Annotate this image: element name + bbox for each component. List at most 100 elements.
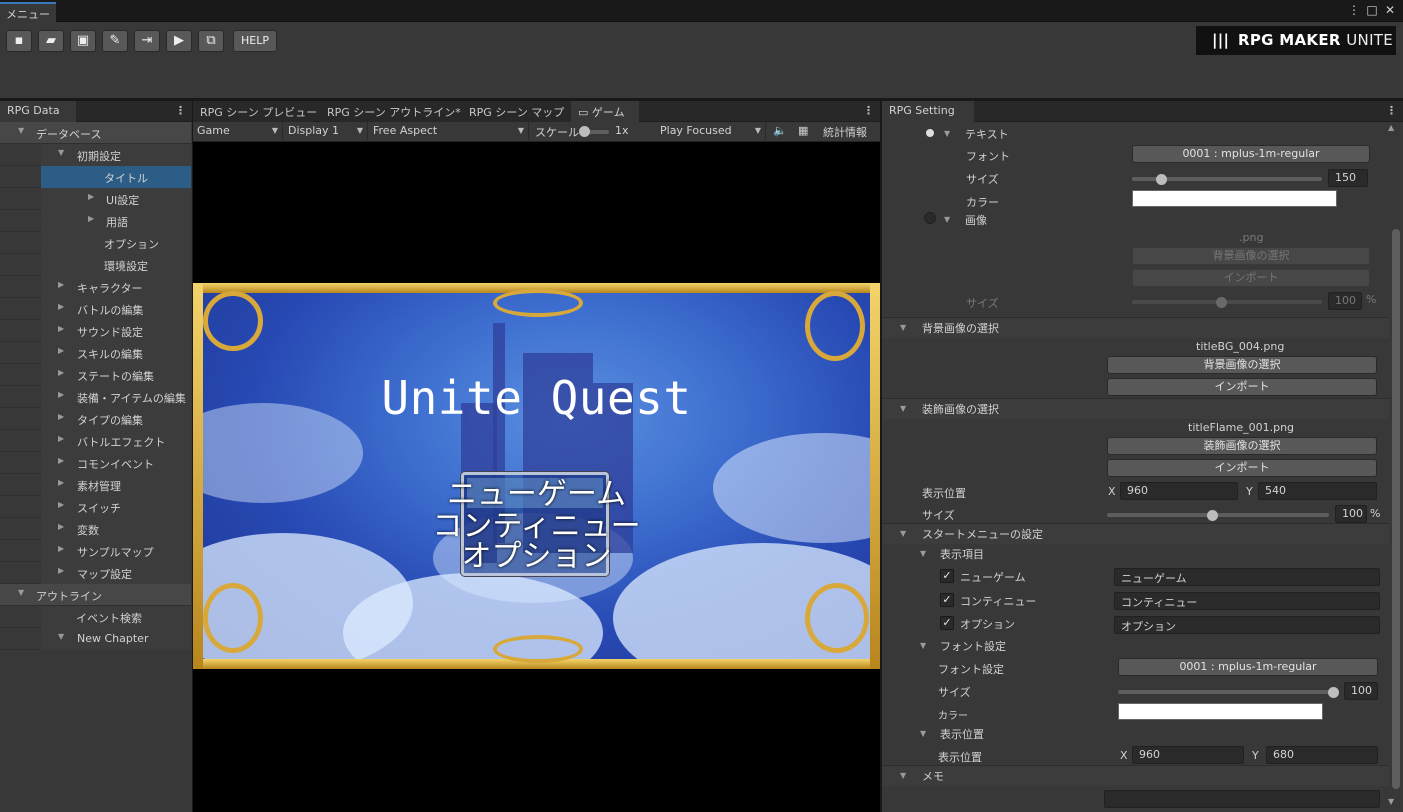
- deco-x-input[interactable]: 960: [1120, 482, 1238, 500]
- menu-font-select-button[interactable]: 0001 : mplus-1m-regular: [1118, 658, 1378, 676]
- tree-item[interactable]: ▼ アウトライン: [0, 584, 191, 606]
- menu-tab[interactable]: メニュー: [0, 2, 56, 22]
- save-button[interactable]: ▣: [70, 30, 96, 52]
- item-checkbox-option[interactable]: ✓: [940, 616, 954, 630]
- menu-size-slider-knob[interactable]: [1328, 687, 1339, 698]
- collapsed-arrow-icon[interactable]: ▶: [58, 478, 64, 487]
- tree-item[interactable]: ▶ 素材管理: [0, 474, 191, 496]
- deco-size-slider[interactable]: [1107, 513, 1329, 517]
- deco-y-input[interactable]: 540: [1258, 482, 1377, 500]
- menu-size-input[interactable]: 100: [1344, 682, 1378, 700]
- text-size-slider-knob[interactable]: [1156, 174, 1167, 185]
- tab-rpg-data[interactable]: RPG Data: [0, 101, 76, 122]
- right-panel-menu-icon[interactable]: ⋮: [1386, 104, 1397, 117]
- image-select-button[interactable]: 背景画像の選択: [1132, 247, 1370, 265]
- bg-import-button[interactable]: インポート: [1107, 378, 1377, 396]
- tree-item[interactable]: ▶ タイプの編集: [0, 408, 191, 430]
- tree-item[interactable]: 環境設定: [0, 254, 191, 276]
- expand-arrow-icon[interactable]: ▼: [900, 404, 906, 413]
- image-size-slider[interactable]: [1132, 300, 1322, 304]
- tree-item[interactable]: イベント検索: [0, 606, 191, 628]
- text-size-input[interactable]: 150: [1328, 169, 1368, 187]
- tree-item[interactable]: ▼ データベース: [0, 122, 191, 144]
- tab-game[interactable]: ▭ ゲーム: [571, 101, 639, 122]
- collapsed-arrow-icon[interactable]: ▶: [58, 522, 64, 531]
- tree-item[interactable]: ▶ 用語: [0, 210, 191, 232]
- collapsed-arrow-icon[interactable]: ▶: [88, 192, 94, 201]
- center-panel-menu-icon[interactable]: ⋮: [863, 104, 874, 117]
- scroll-up-icon[interactable]: ▲: [1388, 123, 1394, 132]
- help-button[interactable]: HELP: [233, 30, 277, 52]
- item-input-option[interactable]: オプション: [1114, 616, 1380, 634]
- addon-button[interactable]: ⧉: [198, 30, 224, 52]
- deco-size-slider-knob[interactable]: [1207, 510, 1218, 521]
- collapsed-arrow-icon[interactable]: ▶: [58, 368, 64, 377]
- expand-arrow-icon[interactable]: ▼: [900, 323, 906, 332]
- menu-size-slider[interactable]: [1118, 690, 1334, 694]
- play-mode-dropdown[interactable]: Play Focused ▼: [656, 122, 766, 142]
- radio-selected-icon[interactable]: [926, 129, 934, 137]
- collapsed-arrow-icon[interactable]: ▶: [58, 434, 64, 443]
- item-checkbox-new-game[interactable]: ✓: [940, 569, 954, 583]
- collapsed-arrow-icon[interactable]: ▶: [58, 324, 64, 333]
- expanded-arrow-icon[interactable]: ▼: [58, 148, 64, 157]
- tree-item[interactable]: ▶ UI設定: [0, 188, 191, 210]
- image-size-slider-knob[interactable]: [1216, 297, 1227, 308]
- image-import-button[interactable]: インポート: [1132, 269, 1370, 287]
- memo-section-header[interactable]: [882, 765, 1389, 786]
- tree-item[interactable]: ▶ マップ設定: [0, 562, 191, 584]
- tree-item[interactable]: ▶ 装備・アイテムの編集: [0, 386, 191, 408]
- settings-scrollbar[interactable]: [1392, 229, 1400, 789]
- expand-arrow-icon[interactable]: ▼: [920, 641, 926, 650]
- collapsed-arrow-icon[interactable]: ▶: [58, 566, 64, 575]
- tree-item[interactable]: ▼ 初期設定: [0, 144, 191, 166]
- expand-arrow-icon[interactable]: ▼: [944, 215, 950, 224]
- collapsed-arrow-icon[interactable]: ▶: [58, 412, 64, 421]
- tree-item[interactable]: ▼ New Chapter: [0, 628, 191, 650]
- new-project-button[interactable]: ▪: [6, 30, 32, 52]
- memo-input[interactable]: [1104, 790, 1380, 808]
- collapsed-arrow-icon[interactable]: ▶: [58, 544, 64, 553]
- scale-slider-knob[interactable]: [579, 126, 590, 137]
- tree-item[interactable]: ▶ キャラクター: [0, 276, 191, 298]
- game-menu-new-game[interactable]: ニューゲーム: [193, 479, 880, 511]
- expand-arrow-icon[interactable]: ▼: [920, 549, 926, 558]
- item-input-continue[interactable]: コンティニュー: [1114, 592, 1380, 610]
- radio-unselected-icon[interactable]: [924, 212, 936, 224]
- aspect-dropdown[interactable]: Free Aspect ▼: [369, 122, 529, 142]
- expanded-arrow-icon[interactable]: ▼: [18, 588, 24, 597]
- expand-arrow-icon[interactable]: ▼: [944, 129, 950, 138]
- text-color-swatch[interactable]: [1132, 190, 1337, 207]
- expand-arrow-icon[interactable]: ▼: [920, 729, 926, 738]
- menu-x-input[interactable]: 960: [1132, 746, 1244, 764]
- view-dropdown[interactable]: Game ▼: [193, 122, 283, 142]
- deco-import-button[interactable]: インポート: [1107, 459, 1377, 477]
- scroll-down-icon[interactable]: ▼: [1388, 797, 1394, 806]
- more-options-icon[interactable]: ⋮: [1345, 3, 1363, 17]
- tree-item[interactable]: ▶ サンプルマップ: [0, 540, 191, 562]
- export-button[interactable]: ⇥: [134, 30, 160, 52]
- collapsed-arrow-icon[interactable]: ▶: [58, 346, 64, 355]
- edit-button[interactable]: ✎: [102, 30, 128, 52]
- item-checkbox-continue[interactable]: ✓: [940, 593, 954, 607]
- stats-button[interactable]: 統計情報: [823, 124, 867, 140]
- tab-rpg-setting[interactable]: RPG Setting: [882, 101, 974, 122]
- expand-arrow-icon[interactable]: ▼: [900, 529, 906, 538]
- image-size-input[interactable]: 100: [1328, 292, 1362, 310]
- tree-item[interactable]: タイトル: [0, 166, 191, 188]
- deco-select-button[interactable]: 装飾画像の選択: [1107, 437, 1377, 455]
- play-button[interactable]: ▶: [166, 30, 192, 52]
- tab-scene-map[interactable]: RPG シーン マップ: [462, 101, 570, 122]
- tree-item[interactable]: ▶ ステートの編集: [0, 364, 191, 386]
- expand-arrow-icon[interactable]: ▼: [900, 771, 906, 780]
- tree-item[interactable]: ▶ スイッチ: [0, 496, 191, 518]
- deco-size-input[interactable]: 100: [1335, 505, 1367, 523]
- open-project-button[interactable]: ▰: [38, 30, 64, 52]
- bg-select-button[interactable]: 背景画像の選択: [1107, 356, 1377, 374]
- close-icon[interactable]: ✕: [1381, 3, 1399, 17]
- game-menu-option[interactable]: オプション: [193, 541, 880, 573]
- tree-item[interactable]: ▶ バトルの編集: [0, 298, 191, 320]
- collapsed-arrow-icon[interactable]: ▶: [58, 456, 64, 465]
- keyboard-icon[interactable]: ▦: [798, 124, 808, 137]
- collapsed-arrow-icon[interactable]: ▶: [58, 390, 64, 399]
